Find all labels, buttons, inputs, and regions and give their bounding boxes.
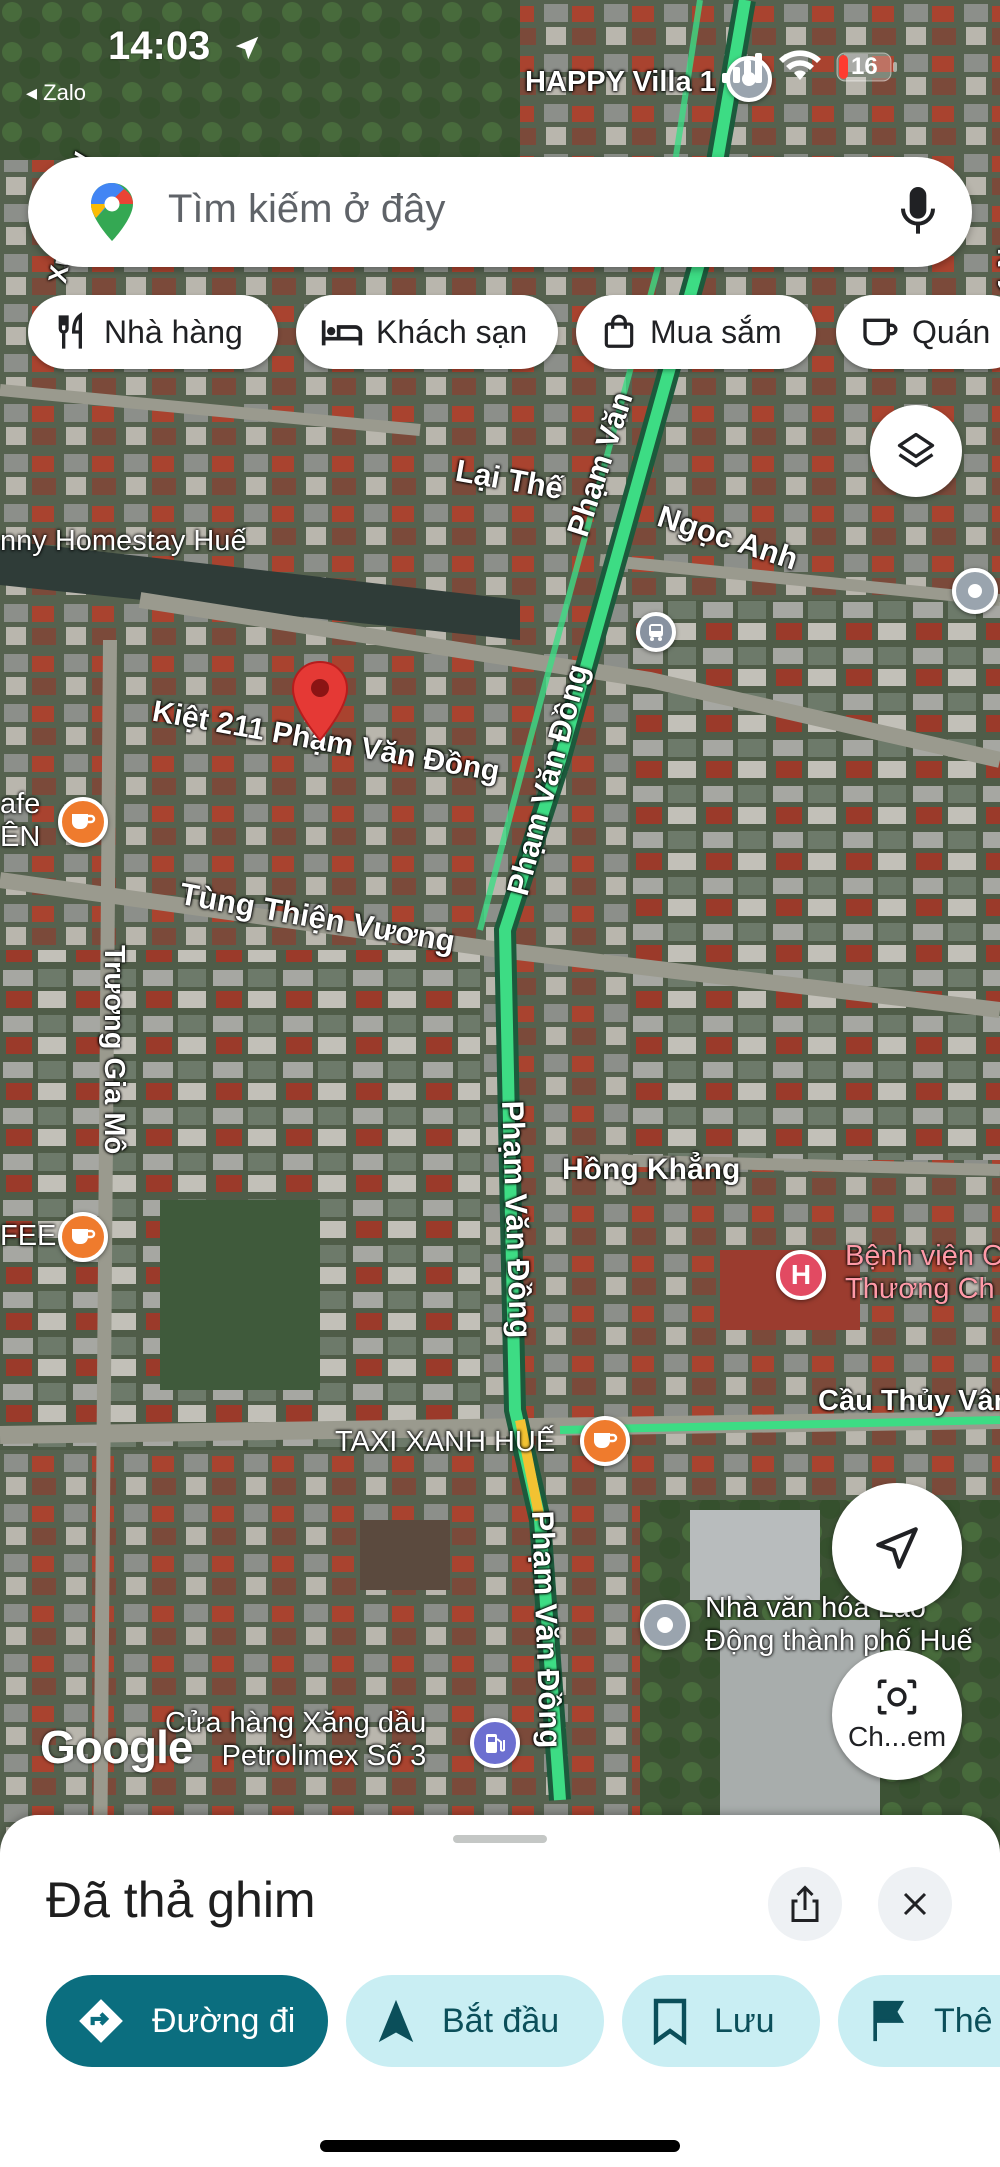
location-arrow-icon [235,36,259,60]
chip-cafes[interactable]: Quán [836,295,1000,369]
directions-icon [79,1999,123,2043]
chip-restaurants-label: Nhà hàng [104,313,243,350]
signal-bars-icon [722,53,762,83]
start-label: Bắt đầu [442,2001,560,2040]
layers-icon [897,432,935,468]
cafe-marker-taxi[interactable] [580,1416,630,1466]
shopping-bag-icon [604,314,634,348]
battery-percent: 16 [851,53,878,80]
place-label-cafe-top[interactable]: afe ÊN [0,788,40,855]
back-to-zalo-link[interactable]: ◂ Zalo [26,80,86,106]
gas-station-marker[interactable] [470,1718,520,1768]
lens-camera-button[interactable]: Ch...em [832,1650,962,1780]
bookmark-icon [653,1998,687,2045]
google-maps-logo-icon [91,183,133,241]
street-label-hong-khang: Hồng Khẳng [562,1153,741,1186]
sheet-drag-handle[interactable] [453,1835,547,1843]
map-view[interactable]: Lại Thế Ngọc Anh Phạm Văn Phạm Văn Đồng … [0,0,1000,1880]
place-label-taxi[interactable]: TAXI XANH HUẾ [335,1426,555,1459]
hospital-marker[interactable]: H [776,1250,826,1300]
place-marker-right[interactable] [952,568,998,614]
place-label-cafe-left[interactable]: FEE [0,1220,56,1253]
google-watermark: Google [40,1721,193,1773]
navigation-arrow-icon [876,1527,918,1569]
place-label-homestay[interactable]: nny Homestay Huế [0,525,247,558]
layers-button[interactable] [870,405,962,497]
chip-hotels[interactable]: Khách sạn [296,295,558,369]
more-button[interactable]: Thê [838,1975,1000,2067]
chip-restaurants[interactable]: Nhà hàng [28,295,278,369]
search-placeholder[interactable]: Tìm kiếm ở đây [168,187,445,232]
carrier-label: HAPPY Villa 1 [525,66,716,98]
culture-house-marker[interactable] [640,1600,690,1650]
place-label-hospital[interactable]: Bệnh viện C Thương Ch [845,1240,1000,1307]
fork-knife-icon [58,312,82,349]
directions-label: Đường đi [152,2001,296,2040]
coffee-cup-icon [72,1229,96,1244]
coffee-cup-icon [72,814,96,829]
street-label-truong-gia-mo: Trương Gia Mô [98,945,130,1155]
battery-indicator: 16 [836,52,898,82]
bottom-sheet[interactable]: Đã thả ghim Đường đi Bắt đầu Lưu Thê [0,1815,1000,2167]
search-bar[interactable]: Tìm kiếm ở đây [28,157,972,267]
dropped-pin-icon[interactable] [290,660,350,742]
status-time: 14:03 [108,24,211,68]
bus-icon [649,624,663,641]
save-button[interactable]: Lưu [622,1975,820,2067]
coffee-cup-icon [863,318,898,346]
sheet-title: Đã thả ghim [46,1872,316,1928]
home-indicator [320,2140,680,2152]
chip-shopping[interactable]: Mua sắm [576,295,816,369]
bed-icon [321,320,363,346]
wifi-icon [779,50,821,80]
directions-button[interactable]: Đường đi [46,1975,328,2067]
chip-hotels-label: Khách sạn [376,313,528,350]
navigation-arrow-icon [378,1999,414,2043]
cafe-marker-left[interactable] [58,1212,108,1262]
fuel-pump-icon [486,1734,505,1753]
close-icon [903,1892,927,1916]
chip-cafes-label: Quán [912,313,991,350]
lens-camera-label: Ch...em [847,1721,947,1752]
more-label: Thê [934,2001,993,2040]
place-label-gas-station[interactable]: Cửa hàng Xăng dầu Petrolimex Số 3 [165,1707,426,1774]
share-icon [791,1885,819,1922]
microphone-icon[interactable] [898,185,938,239]
cafe-marker-top[interactable] [58,797,108,847]
save-label: Lưu [714,2001,775,2040]
place-pin-icon [968,584,982,598]
start-button[interactable]: Bắt đầu [346,1975,604,2067]
chip-shopping-label: Mua sắm [650,313,782,350]
coffee-cup-icon [594,1433,618,1448]
street-label-cau-thuy-van: Cầu Thủy Vân [818,1385,1000,1417]
hospital-h-icon: H [790,1259,812,1290]
camera-lens-icon [877,1679,917,1715]
bus-stop-marker[interactable] [636,612,676,652]
share-button[interactable] [768,1867,842,1941]
close-button[interactable] [878,1867,952,1941]
status-bar: 14:03 ◂ Zalo HAPPY Villa 1 16 [0,0,1000,110]
my-location-button[interactable] [832,1483,962,1613]
flag-icon [873,2000,905,2042]
place-pin-icon [657,1617,673,1633]
